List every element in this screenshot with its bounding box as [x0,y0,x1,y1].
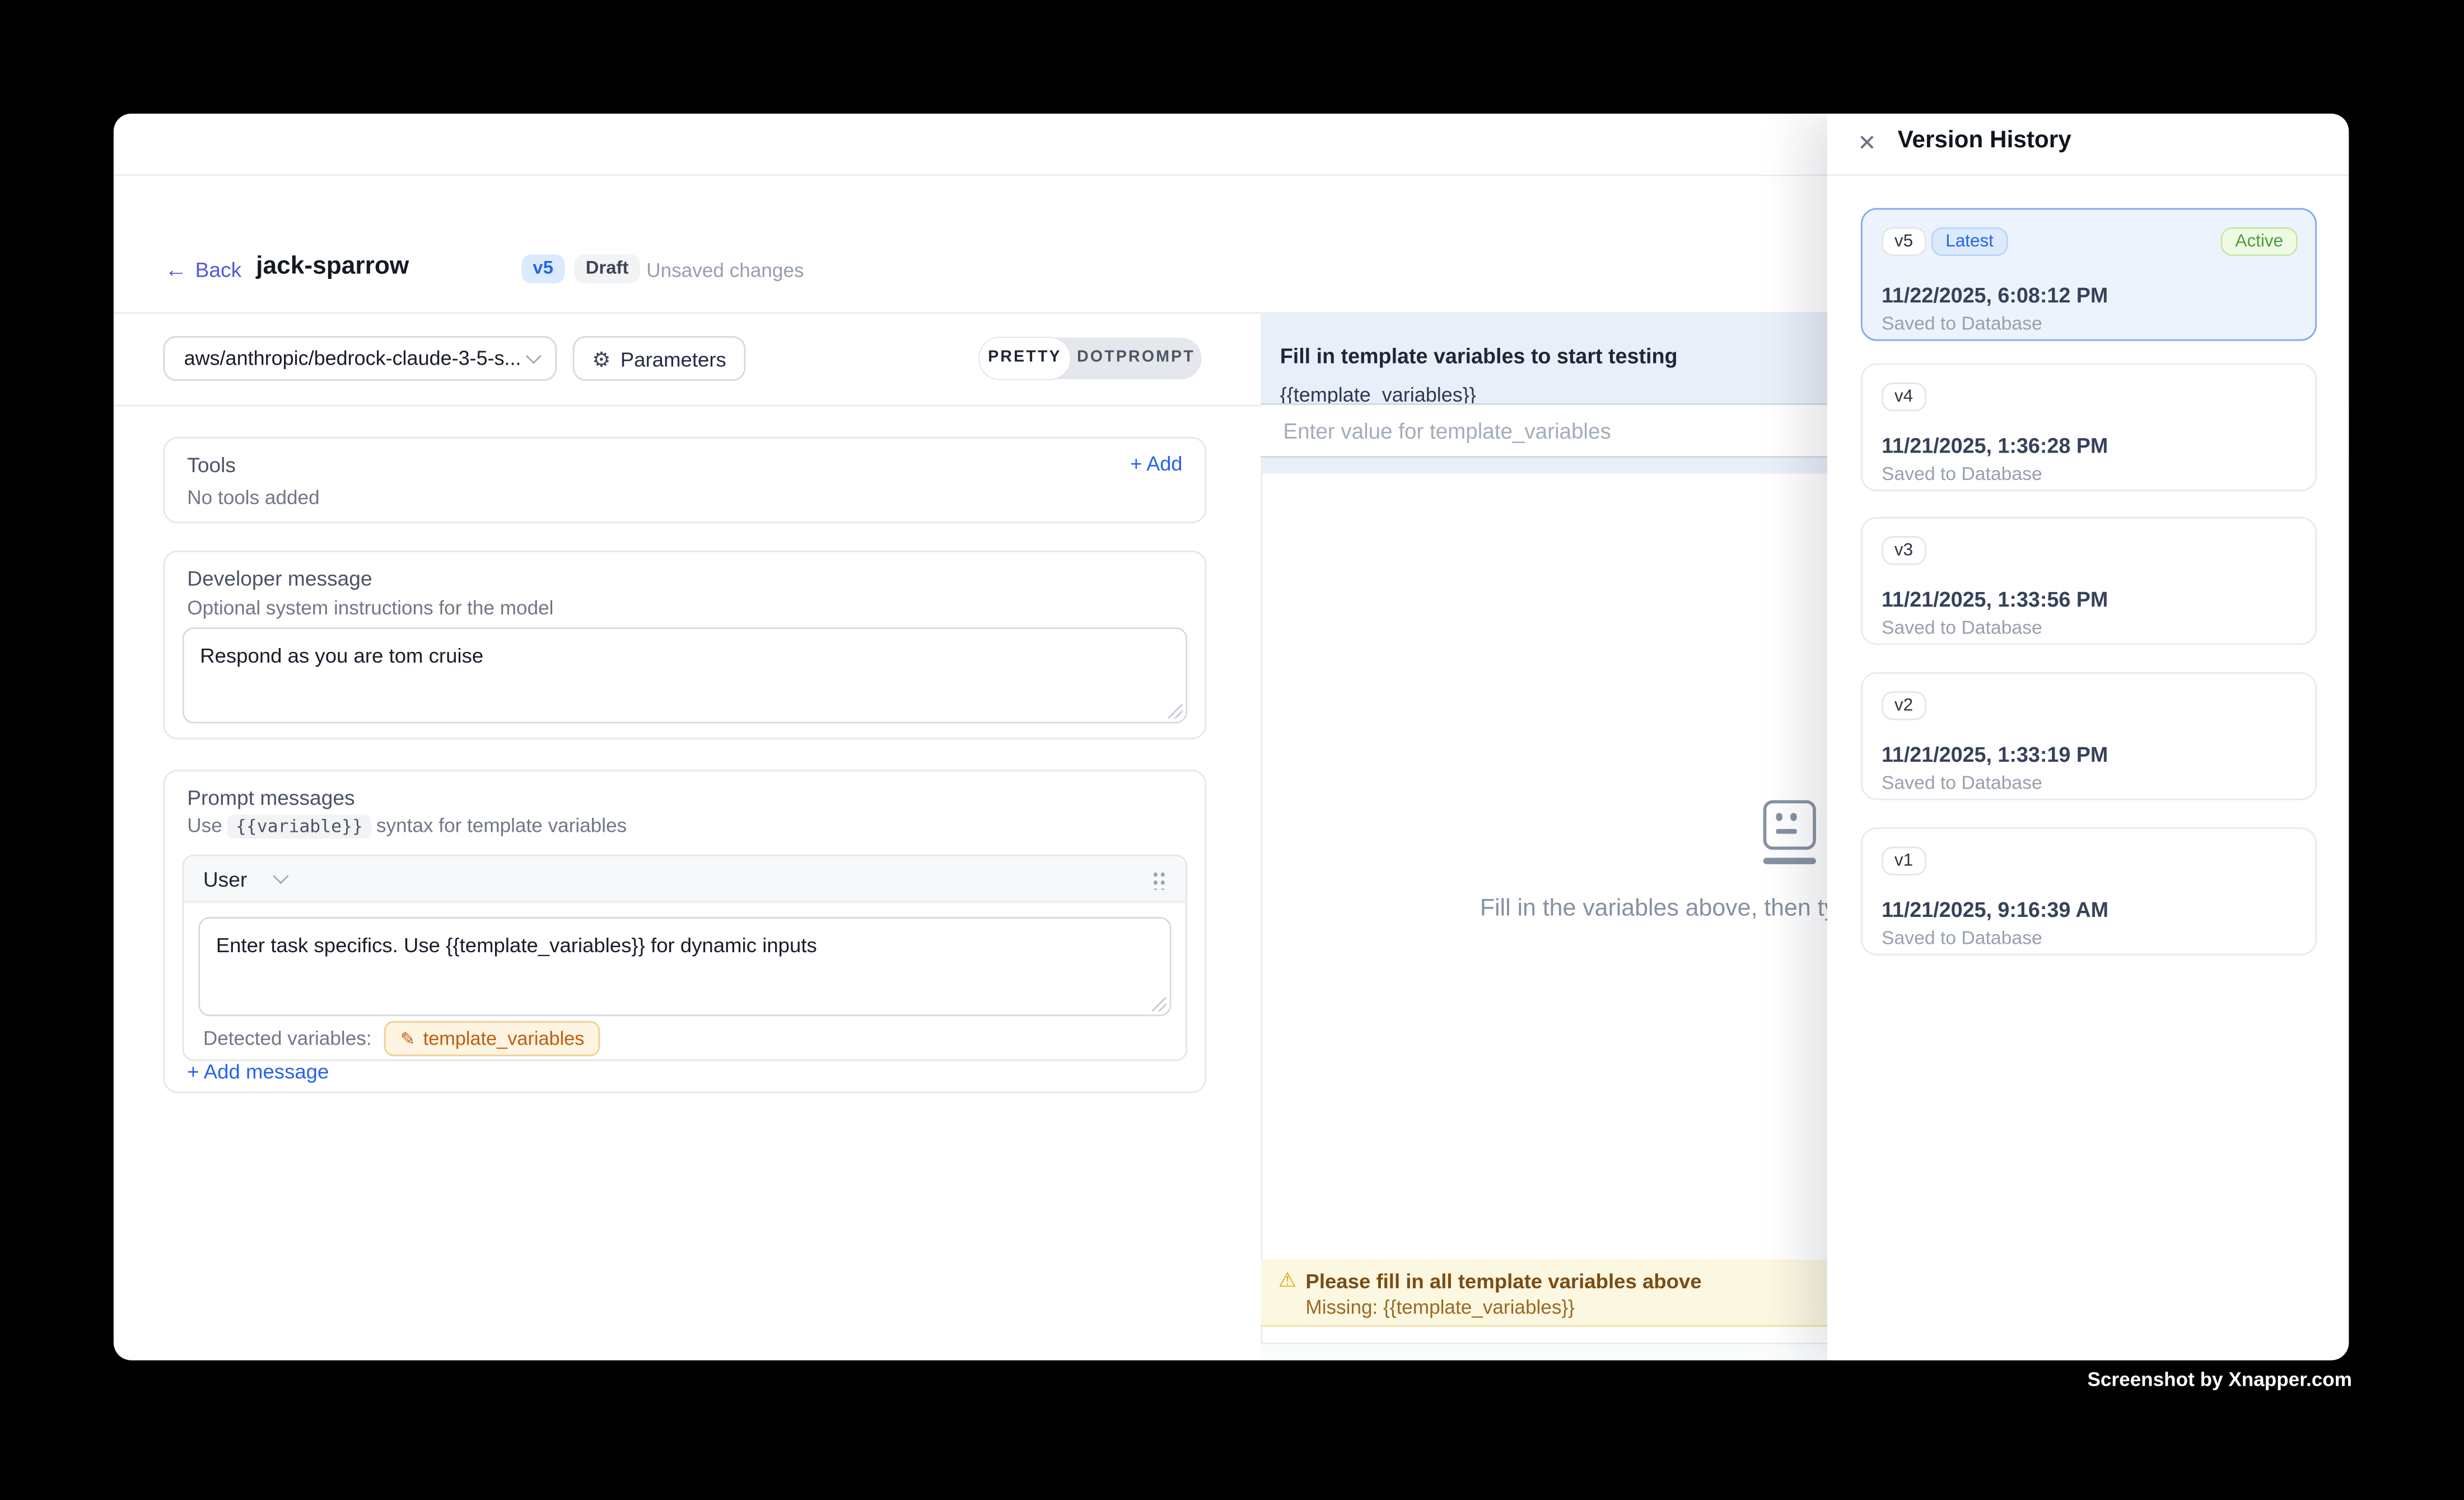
back-label: Back [195,258,242,282]
version-saved-label: Saved to Database [1882,463,2042,485]
version-saved-label: Saved to Database [1882,926,2042,949]
syntax-prefix: Use [187,814,222,837]
model-select-value: aws/anthropic/bedrock-claude-3-5-s... [184,347,528,370]
prompt-messages-label: Prompt messages [187,786,354,810]
template-variable-chip[interactable]: ✎ template_variables [384,1021,600,1056]
screenshot-stage: ← Back jack-sparrow v5 Draft Unsaved cha… [0,0,2464,1500]
latest-badge: Latest [1931,227,2008,256]
version-card-v3[interactable]: v3 11/21/2025, 1:33:56 PM Saved to Datab… [1861,517,2317,645]
version-timestamp: 11/21/2025, 1:36:28 PM [1882,434,2108,458]
unsaved-changes-label: Unsaved changes [646,259,804,282]
warning-icon: ⚠ [1278,1268,1296,1292]
version-card-v5[interactable]: v5 Latest Active 11/22/2025, 6:08:12 PM … [1861,208,2317,341]
bot-face-icon-base [1763,858,1816,864]
version-saved-label: Saved to Database [1882,616,2042,639]
format-toggle: PRETTY DOTPROMPT [979,338,1202,379]
message-role-value: User [203,867,247,891]
detected-variables-label: Detected variables: [203,1027,372,1050]
version-card-v4[interactable]: v4 11/21/2025, 1:36:28 PM Saved to Datab… [1861,364,2317,492]
developer-message-hint: Optional system instructions for the mod… [187,597,553,619]
developer-message-label: Developer message [187,566,372,590]
tools-card: Tools + Add No tools added [163,437,1206,523]
add-tool-button[interactable]: + Add [1130,453,1182,476]
watermark-text: Screenshot by Xnapper.com [2087,1368,2352,1391]
version-number-badge: v1 [1882,846,1926,875]
back-button[interactable]: ← Back [165,258,241,282]
tools-empty-text: No tools added [187,487,319,509]
active-badge: Active [2221,227,2298,256]
drag-handle-icon[interactable] [1152,868,1166,889]
chevron-down-icon [526,347,542,363]
parameters-button[interactable]: ⚙ Parameters [573,336,746,381]
version-card-v1[interactable]: v1 11/21/2025, 9:16:39 AM Saved to Datab… [1861,827,2317,956]
prompt-syntax-hint: Use {{variable}} syntax for template var… [187,814,627,838]
model-select[interactable]: aws/anthropic/bedrock-claude-3-5-s... [163,336,557,381]
toolbar-divider [114,405,1261,407]
tools-label: Tools [187,453,236,477]
warning-missing-text: Missing: {{template_variables}} [1305,1296,1574,1319]
version-timestamp: 11/21/2025, 1:33:19 PM [1882,743,2108,767]
app-window: ← Back jack-sparrow v5 Draft Unsaved cha… [114,114,2349,1361]
draft-badge: Draft [575,254,640,283]
version-number-badge: v3 [1882,536,1926,565]
version-card-v2[interactable]: v2 11/21/2025, 1:33:19 PM Saved to Datab… [1861,672,2317,800]
message-role-header[interactable]: User [184,856,1186,903]
banner-title: Fill in template variables to start test… [1280,344,1678,368]
message-textarea-wrap: Enter task specifics. Use {{template_var… [198,917,1171,1016]
back-arrow-icon: ← [165,259,187,280]
toggle-pretty[interactable]: PRETTY [979,338,1071,379]
add-message-button[interactable]: + Add message [187,1059,329,1083]
version-number-badge: v2 [1882,691,1926,720]
template-variable-chip-label: template_variables [423,1027,585,1050]
version-history-drawer: ✕ Version History v5 Latest Active 11/22… [1827,114,2349,1361]
version-timestamp: 11/22/2025, 6:08:12 PM [1882,283,2108,308]
developer-message-textarea-wrap: Respond as you are tom cruise [183,627,1187,723]
developer-message-textarea[interactable]: Respond as you are tom cruise [183,627,1187,723]
version-timestamp: 11/21/2025, 1:33:56 PM [1882,588,2108,612]
version-number-badge: v4 [1882,383,1926,411]
toggle-dotprompt[interactable]: DOTPROMPT [1070,338,1201,379]
version-saved-label: Saved to Database [1882,312,2042,334]
warning-title: Please fill in all template variables ab… [1305,1269,1701,1293]
bot-face-icon [1763,800,1816,850]
page-title: jack-sparrow [256,253,409,281]
close-icon[interactable]: ✕ [1858,129,1877,157]
developer-message-card: Developer message Optional system instru… [163,551,1206,739]
message-textarea[interactable]: Enter task specifics. Use {{template_var… [198,917,1171,1016]
pencil-icon: ✎ [400,1028,415,1049]
version-history-title: Version History [1898,128,2071,154]
detected-variables-row: Detected variables: ✎ template_variables [203,1021,600,1056]
syntax-suffix: syntax for template variables [376,814,627,837]
syntax-code-chip: {{variable}} [228,814,371,838]
version-timestamp: 11/21/2025, 9:16:39 AM [1882,898,2108,922]
version-badge: v5 [521,254,564,283]
drawer-header-divider [1827,174,2349,176]
empty-state-text: Fill in the variables above, then typ [1480,895,1850,922]
chevron-down-icon [274,868,290,883]
gear-icon: ⚙ [592,348,610,369]
message-block: User Enter task specifics. Use {{templat… [183,855,1187,1061]
version-saved-label: Saved to Database [1882,771,2042,794]
version-number-badge: v5 [1882,227,1926,256]
prompt-messages-card: Prompt messages Use {{variable}} syntax … [163,770,1206,1093]
parameters-label: Parameters [620,347,726,371]
